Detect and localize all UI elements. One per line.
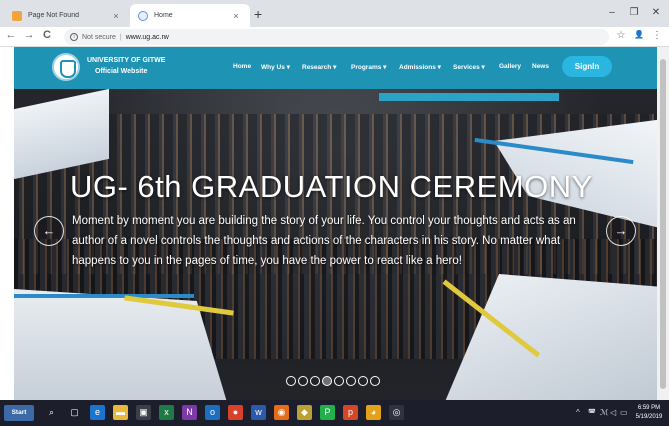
powerpoint-icon[interactable]: p [343,405,358,420]
tab-close-icon[interactable]: × [230,11,242,21]
slide-title: UG- 6th GRADUATION CEREMONY [70,169,593,204]
file-explorer-icon[interactable]: ▬ [113,405,128,420]
slider-dot[interactable] [346,376,356,386]
signin-button[interactable]: SignIn [562,56,612,77]
new-tab-button[interactable]: + [254,6,262,22]
bookmark-star-icon[interactable]: ☆ [614,30,628,41]
nav-services[interactable]: Services ▾ [453,63,485,71]
media-icon[interactable]: ● [228,405,243,420]
nav-programs[interactable]: Programs ▾ [351,63,386,71]
site-header: UNIVERSITY OF GITWE Official Website Hom… [14,47,657,89]
address-separator: | [119,33,122,41]
scrollbar-thumb[interactable] [660,59,666,389]
address-bar[interactable]: i Not secure | www.ug.ac.rw [64,29,609,45]
clock-time: 6:59 PM [637,405,661,411]
excel-icon[interactable]: x [159,405,174,420]
pycharm-icon[interactable]: P [320,405,335,420]
hero-slider: UG- 6th GRADUATION CEREMONY Moment by mo… [14,89,657,400]
brand-name[interactable]: UNIVERSITY OF GITWE [87,57,165,64]
tab-title: Home [154,12,173,19]
firefox-icon[interactable]: ◉ [274,405,289,420]
slider-dots [286,376,380,386]
volume-icon[interactable]: ◁ [610,408,616,417]
forward-icon[interactable]: → [22,29,36,41]
browser-tab-strip: Page Not Found × Home × + – ❐ ✕ [0,0,669,27]
security-label: Not secure [82,33,116,41]
maximize-icon[interactable]: ❐ [626,7,642,18]
hero-photo-tent-trim [14,294,194,298]
slider-prev-icon[interactable]: ← [34,216,64,246]
nav-admissions[interactable]: Admissions ▾ [399,63,441,71]
notification-icon[interactable]: ▭ [620,408,628,417]
onenote-icon[interactable]: N [182,405,197,420]
browser-menu-icon[interactable]: ⋮ [650,30,664,41]
start-button[interactable]: Start [4,405,34,421]
slider-dot[interactable] [310,376,320,386]
tab-home[interactable]: Home × [130,4,250,27]
task-view-icon[interactable]: ▢ [67,405,82,420]
nav-news[interactable]: News [532,63,549,70]
store-icon[interactable]: ▣ [136,405,151,420]
edge-icon[interactable]: e [90,405,105,420]
slider-dot[interactable] [358,376,368,386]
page-scrollbar[interactable] [657,47,669,400]
brand-subtitle: Official Website [95,68,148,75]
nav-why-us[interactable]: Why Us ▾ [261,63,290,71]
slider-dot[interactable] [322,376,332,386]
nav-home[interactable]: Home [233,63,251,70]
hero-photo-gate [379,93,559,101]
tab-page-not-found[interactable]: Page Not Found × [4,4,130,27]
app-icon[interactable]: ◆ [297,405,312,420]
info-icon[interactable]: i [70,33,78,41]
slider-dot[interactable] [334,376,344,386]
windows-taskbar: Start ⌕ ▢ e ▬ ▣ x No ● w ◉ ◆ Pp ◕ ◎ ^ ◚ ℳ ◁ ▭ 6:59 PM… [0,400,669,426]
tray-chevron-icon[interactable]: ^ [576,408,580,417]
slide-text: Moment by moment you are building the st… [72,215,576,267]
browser-toolbar: ← → C i Not secure | www.ug.ac.rw ☆ 👤 ⋮ [0,27,669,47]
word-icon[interactable]: w [251,405,266,420]
search-icon[interactable]: ⌕ [44,405,59,420]
university-logo-icon[interactable] [52,53,80,81]
profile-icon[interactable]: 👤 [632,30,646,39]
close-window-icon[interactable]: ✕ [648,7,664,18]
slider-dot[interactable] [286,376,296,386]
chrome-icon[interactable]: ◕ [366,405,381,420]
taskbar-clock[interactable]: 6:59 PM 5/19/2019 [631,404,667,422]
nav-gallery[interactable]: Gallery [499,63,521,70]
tab-close-icon[interactable]: × [110,11,122,21]
globe-favicon-icon [138,10,148,21]
url-text: www.ug.ac.rw [125,33,169,41]
outlook-icon[interactable]: o [205,405,220,420]
network-icon[interactable]: ◚ [588,408,596,417]
language-icon[interactable]: ℳ [600,408,609,417]
slider-dot[interactable] [370,376,380,386]
error-favicon-icon [12,10,22,21]
nav-research[interactable]: Research ▾ [302,63,336,71]
slider-next-icon[interactable]: → [606,216,636,246]
minimize-icon[interactable]: – [604,7,620,18]
reload-icon[interactable]: C [40,29,54,41]
obs-icon[interactable]: ◎ [389,405,404,420]
slider-dot[interactable] [298,376,308,386]
clock-date: 5/19/2019 [635,414,663,420]
tab-title: Page Not Found [28,12,79,19]
back-icon[interactable]: ← [4,29,18,41]
